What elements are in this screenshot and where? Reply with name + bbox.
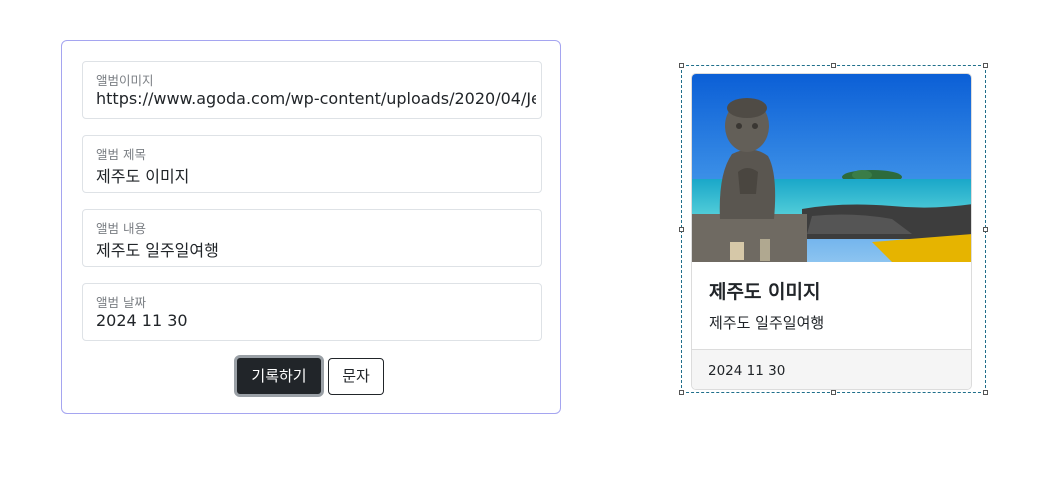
album-image-field[interactable]: 앨범이미지 https://www.agoda.com/wp-content/u… <box>82 61 542 119</box>
album-form: 앨범이미지 https://www.agoda.com/wp-content/u… <box>61 40 561 414</box>
album-footer: 2024 11 30 <box>692 349 971 389</box>
resize-handle-top[interactable] <box>831 63 836 68</box>
resize-handle-left[interactable] <box>679 227 684 232</box>
album-content-label: 앨범 내용 <box>96 221 146 236</box>
text-button[interactable]: 문자 <box>328 358 384 395</box>
album-date-field[interactable]: 앨범 날짜 2024 11 30 <box>82 283 542 341</box>
album-image <box>692 74 971 262</box>
album-image-input[interactable]: https://www.agoda.com/wp-content/uploads… <box>96 89 536 108</box>
resize-handle-bottom-right[interactable] <box>983 390 988 395</box>
resize-handle-bottom-left[interactable] <box>679 390 684 395</box>
resize-handle-right[interactable] <box>983 227 988 232</box>
album-content: 제주도 일주일여행 <box>709 314 825 332</box>
album-date-input[interactable]: 2024 11 30 <box>96 311 536 330</box>
resize-handle-top-right[interactable] <box>983 63 988 68</box>
album-title-input[interactable]: 제주도 이미지 <box>96 163 536 187</box>
album-content-field[interactable]: 앨범 내용 제주도 일주일여행 <box>82 209 542 267</box>
album-date-label: 앨범 날짜 <box>96 295 146 310</box>
resize-handle-top-left[interactable] <box>679 63 684 68</box>
album-content-input[interactable]: 제주도 일주일여행 <box>96 237 536 261</box>
album-date: 2024 11 30 <box>708 363 786 379</box>
record-button[interactable]: 기록하기 <box>234 355 324 397</box>
resize-handle-bottom[interactable] <box>831 390 836 395</box>
album-title: 제주도 이미지 <box>709 281 821 303</box>
album-title-label: 앨범 제목 <box>96 147 146 162</box>
album-image-label: 앨범이미지 <box>96 73 154 88</box>
album-title-field[interactable]: 앨범 제목 제주도 이미지 <box>82 135 542 193</box>
album-card: 제주도 이미지 제주도 일주일여행 2024 11 30 <box>691 73 972 390</box>
